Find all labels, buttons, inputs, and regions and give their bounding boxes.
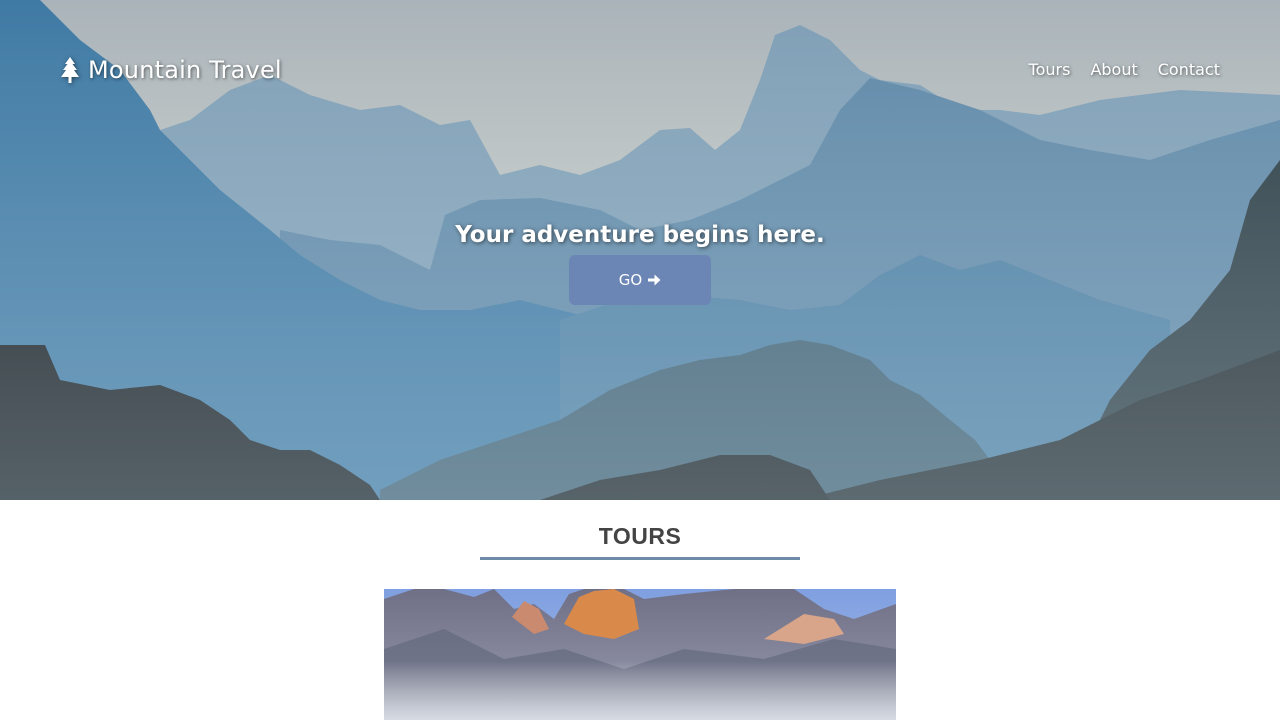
tree-icon — [61, 57, 79, 83]
go-button[interactable]: GO — [569, 255, 711, 305]
tours-heading-underline — [480, 557, 800, 560]
brand-logo[interactable]: Mountain Travel — [58, 56, 282, 84]
nav-link-about[interactable]: About — [1090, 60, 1137, 80]
main-navigation: Tours About Contact — [1009, 60, 1220, 80]
nav-link-tours[interactable]: Tours — [1029, 60, 1071, 80]
go-button-label: GO — [618, 271, 643, 289]
brand-name: Mountain Travel — [88, 56, 282, 84]
hero-banner: Mountain Travel Tours About Contact Your… — [0, 0, 1280, 500]
hero-tagline: Your adventure begins here. — [455, 222, 825, 248]
tour-card[interactable] — [384, 589, 896, 720]
tours-heading: TOURS — [598, 523, 682, 549]
arrow-right-icon — [648, 274, 661, 286]
nav-link-contact[interactable]: Contact — [1158, 60, 1220, 80]
tour-image — [384, 589, 896, 720]
